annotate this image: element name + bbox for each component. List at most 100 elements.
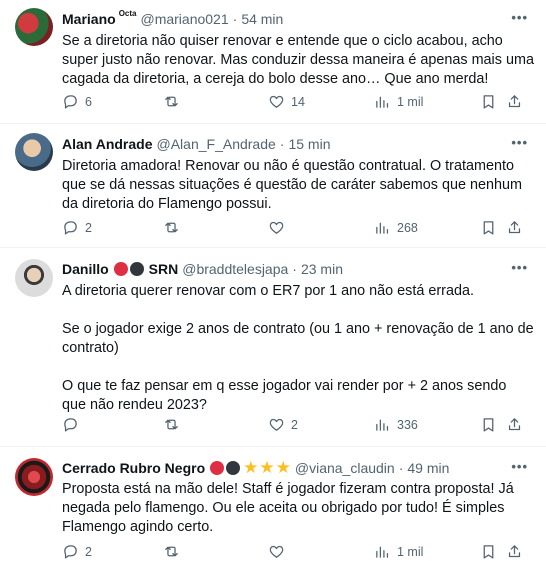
like-button[interactable]: 2 bbox=[268, 416, 298, 433]
share-icon bbox=[508, 418, 521, 431]
more-icon[interactable]: ••• bbox=[511, 135, 528, 150]
separator: · bbox=[232, 11, 238, 27]
reply-icon bbox=[64, 418, 77, 432]
star-icon: ★ bbox=[243, 458, 259, 477]
retweet-button[interactable] bbox=[163, 543, 186, 560]
reply-count: 2 bbox=[85, 544, 92, 559]
tweet-text: A diretoria querer renovar com o ER7 por… bbox=[62, 283, 534, 413]
star-icon: ★ bbox=[259, 458, 275, 477]
more-icon[interactable]: ••• bbox=[511, 260, 528, 275]
tweet[interactable]: Cerrado Rubro Negro ★ ★ ★ @viana_claudin… bbox=[0, 447, 546, 563]
user-handle[interactable]: @Alan_F_Andrade bbox=[157, 135, 276, 153]
views-button[interactable]: 1 mil bbox=[374, 543, 423, 560]
separator: · bbox=[292, 261, 297, 277]
bookmark-icon bbox=[483, 221, 494, 235]
share-icon bbox=[508, 221, 521, 234]
red-circle-emoji bbox=[113, 262, 128, 276]
retweet-icon bbox=[165, 419, 178, 430]
red-circle-emoji bbox=[210, 461, 225, 475]
heart-icon bbox=[269, 95, 284, 108]
tweet-text: Diretoria amadora! Renovar ou não é ques… bbox=[62, 158, 523, 212]
user-handle[interactable]: @mariano021 bbox=[140, 10, 228, 28]
timestamp[interactable]: 15 min bbox=[288, 135, 330, 153]
timestamp[interactable]: 23 min bbox=[301, 260, 343, 278]
bookmark-button[interactable] bbox=[480, 93, 497, 110]
tweet-text: Se a diretoria não quiser renovar e ente… bbox=[62, 33, 534, 87]
reply-button[interactable] bbox=[62, 416, 85, 433]
avatar[interactable] bbox=[15, 458, 53, 496]
reply-count: 2 bbox=[85, 220, 92, 235]
like-count: 14 bbox=[291, 94, 305, 109]
bookmark-button[interactable] bbox=[480, 416, 497, 433]
avatar[interactable] bbox=[15, 8, 53, 46]
heart-icon bbox=[269, 221, 284, 234]
bookmark-icon bbox=[483, 418, 494, 432]
reply-feed: Mariano Octa @mariano021 · 54 min Se a d… bbox=[0, 0, 546, 563]
retweet-icon bbox=[165, 96, 178, 107]
heart-icon bbox=[269, 418, 284, 431]
views-button[interactable]: 268 bbox=[374, 219, 418, 236]
display-name[interactable]: Mariano bbox=[62, 10, 116, 28]
view-count: 1 mil bbox=[397, 544, 424, 559]
black-circle-emoji bbox=[129, 262, 144, 276]
views-icon bbox=[376, 96, 389, 108]
black-circle-emoji bbox=[226, 461, 241, 475]
reply-button[interactable]: 2 bbox=[62, 543, 92, 560]
share-button[interactable] bbox=[506, 93, 523, 110]
retweet-button[interactable] bbox=[163, 93, 186, 110]
avatar[interactable] bbox=[15, 259, 53, 297]
timestamp[interactable]: 49 min bbox=[407, 459, 449, 477]
user-handle[interactable]: @viana_claudin bbox=[295, 459, 395, 477]
views-icon bbox=[376, 222, 389, 234]
reply-icon bbox=[64, 221, 77, 235]
bookmark-icon bbox=[483, 95, 494, 109]
like-count: 2 bbox=[291, 417, 298, 432]
tweet-header: Mariano Octa @mariano021 · 54 min bbox=[62, 9, 534, 28]
share-icon bbox=[508, 545, 521, 558]
more-icon[interactable]: ••• bbox=[511, 10, 528, 25]
view-count: 1 mil bbox=[397, 94, 424, 109]
views-icon bbox=[376, 546, 389, 558]
timestamp[interactable]: 54 min bbox=[241, 10, 283, 28]
bookmark-button[interactable] bbox=[480, 219, 497, 236]
like-button[interactable] bbox=[268, 543, 291, 560]
separator: · bbox=[398, 460, 404, 476]
bookmark-icon bbox=[483, 545, 494, 559]
bookmark-button[interactable] bbox=[480, 543, 497, 560]
reply-button[interactable]: 2 bbox=[62, 219, 92, 236]
separator: · bbox=[279, 136, 285, 152]
tweet-text: Proposta está na mão dele! Staff é jogad… bbox=[62, 481, 514, 535]
tweet-header: Alan Andrade @Alan_F_Andrade · 15 min bbox=[62, 135, 534, 153]
retweet-button[interactable] bbox=[163, 219, 186, 236]
views-button[interactable]: 1 mil bbox=[374, 93, 423, 110]
display-name[interactable]: Cerrado Rubro Negro bbox=[62, 459, 205, 477]
reply-button[interactable]: 6 bbox=[62, 93, 92, 110]
display-name[interactable]: Alan Andrade bbox=[62, 135, 153, 153]
tweet-header: Danillo SRN @braddtelesjapa · 23 min bbox=[62, 260, 534, 278]
heart-icon bbox=[269, 545, 284, 558]
reply-icon bbox=[64, 545, 77, 559]
reply-count: 6 bbox=[85, 94, 92, 109]
retweet-icon bbox=[165, 546, 178, 557]
view-count: 268 bbox=[397, 220, 418, 235]
star-icon: ★ bbox=[275, 458, 291, 477]
share-button[interactable] bbox=[506, 543, 523, 560]
tweet[interactable]: Mariano Octa @mariano021 · 54 min Se a d… bbox=[0, 0, 546, 124]
user-handle[interactable]: @braddtelesjapa bbox=[182, 260, 288, 278]
display-name[interactable]: Danillo bbox=[62, 260, 109, 278]
avatar[interactable] bbox=[15, 133, 53, 171]
tweet[interactable]: Danillo SRN @braddtelesjapa · 23 min A d… bbox=[0, 248, 546, 447]
retweet-icon bbox=[165, 222, 178, 233]
share-button[interactable] bbox=[506, 416, 523, 433]
reply-icon bbox=[64, 95, 77, 109]
like-button[interactable]: 14 bbox=[268, 93, 305, 110]
more-icon[interactable]: ••• bbox=[511, 459, 528, 474]
tweet[interactable]: Alan Andrade @Alan_F_Andrade · 15 min Di… bbox=[0, 124, 546, 248]
views-icon bbox=[376, 419, 389, 431]
share-button[interactable] bbox=[506, 219, 523, 236]
view-count: 336 bbox=[397, 417, 418, 432]
retweet-button[interactable] bbox=[163, 416, 186, 433]
views-button[interactable]: 336 bbox=[374, 416, 418, 433]
like-button[interactable] bbox=[268, 219, 291, 236]
display-name-suffix: SRN bbox=[148, 261, 179, 277]
